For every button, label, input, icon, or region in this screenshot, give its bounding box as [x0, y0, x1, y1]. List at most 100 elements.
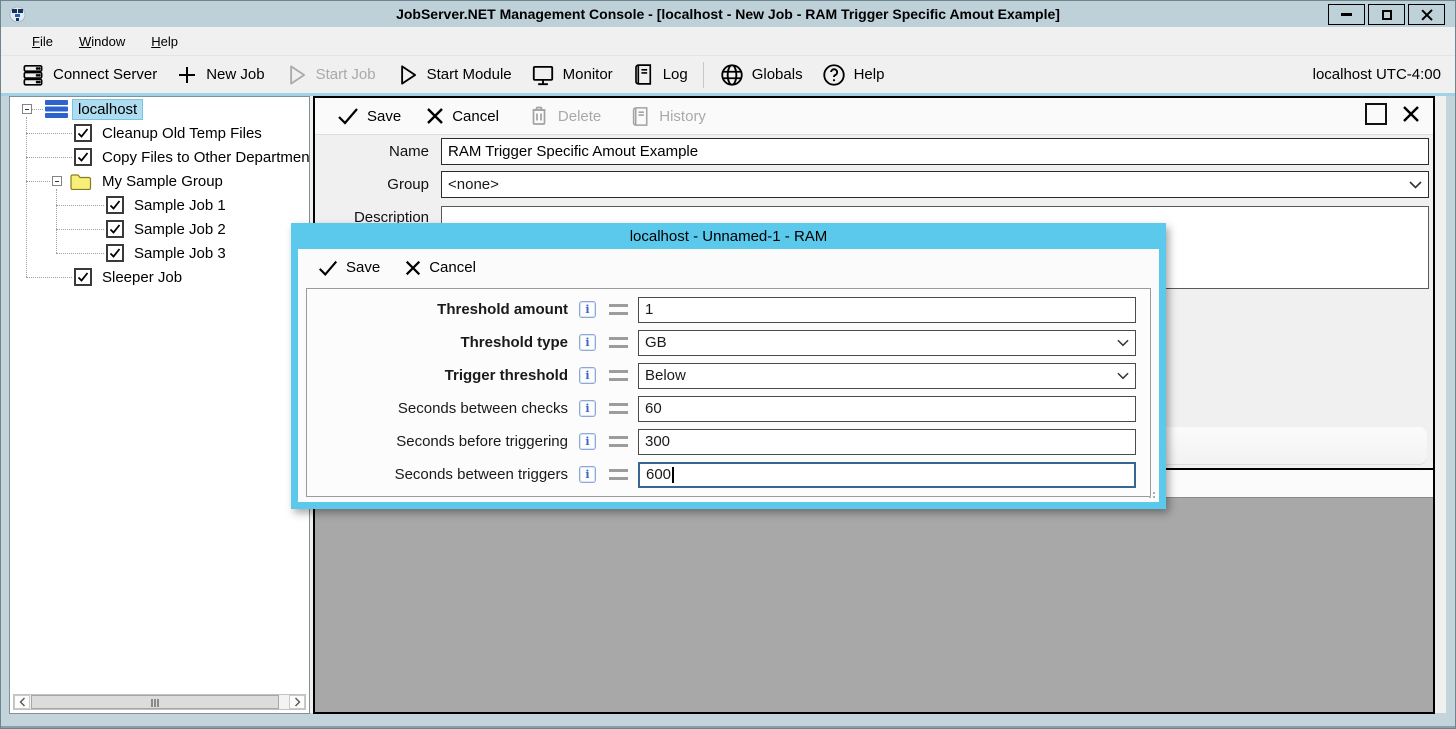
window-title: JobServer.NET Management Console - [loca…: [396, 6, 1060, 22]
dialog-resize-grip[interactable]: [1145, 488, 1155, 498]
tree-connector: [56, 229, 104, 230]
monitor-icon: [530, 62, 556, 88]
close-button[interactable]: [1408, 4, 1445, 25]
job-enabled-checkbox[interactable]: [106, 220, 124, 238]
job-enabled-checkbox[interactable]: [74, 148, 92, 166]
menu-bar: File Window Help: [1, 27, 1455, 55]
scrollbar-thumb[interactable]: [31, 695, 279, 709]
title-bar[interactable]: JobServer.NET Management Console - [loca…: [1, 1, 1455, 27]
trigger-threshold-select[interactable]: Below: [638, 363, 1136, 389]
job-save-button[interactable]: Save: [327, 100, 410, 132]
scroll-right-button[interactable]: [289, 695, 305, 709]
dialog-body: Save Cancel Threshold amount i 1 Thresho…: [298, 249, 1159, 502]
minimize-icon: [1341, 13, 1352, 16]
connect-server-button[interactable]: Connect Server: [11, 58, 166, 92]
tree-node-label: Copy Files to Other Department: [102, 149, 310, 166]
job-enabled-checkbox[interactable]: [74, 268, 92, 286]
field-label: Threshold amount: [307, 301, 579, 318]
threshold-type-select[interactable]: GB: [638, 330, 1136, 356]
field-label: Seconds before triggering: [307, 433, 579, 450]
dialog-save-button[interactable]: Save: [308, 253, 389, 283]
tree-node-job[interactable]: Sleeper Job: [74, 265, 182, 289]
info-icon[interactable]: i: [579, 334, 596, 351]
job-history-button[interactable]: History: [620, 101, 715, 132]
collapse-icon[interactable]: [52, 176, 62, 186]
start-job-button[interactable]: Start Job: [274, 58, 385, 92]
toolbar-separator: [703, 62, 704, 88]
equals-icon: [609, 469, 628, 480]
window-bottom-edge: [1, 726, 1455, 728]
tree-node-job[interactable]: Sample Job 3: [106, 241, 226, 265]
history-book-icon: [629, 105, 652, 128]
app-icon: [9, 6, 26, 23]
info-icon[interactable]: i: [579, 433, 596, 450]
chevron-down-icon: [1117, 339, 1129, 347]
info-icon[interactable]: i: [579, 466, 596, 483]
group-select[interactable]: <none>: [441, 171, 1429, 198]
ram-trigger-dialog: localhost - Unnamed-1 - RAM Save Cancel …: [291, 223, 1166, 509]
tree-connector: [56, 205, 104, 206]
tree-node-job[interactable]: Sample Job 2: [106, 217, 226, 241]
menu-window[interactable]: Window: [68, 30, 136, 53]
info-icon[interactable]: i: [579, 301, 596, 318]
globals-button[interactable]: Globals: [710, 58, 812, 92]
dialog-fieldset: Threshold amount i 1 Threshold type i GB…: [306, 288, 1151, 497]
tree-horizontal-scrollbar[interactable]: [13, 694, 306, 710]
dialog-cancel-button[interactable]: Cancel: [395, 255, 485, 281]
child-close-button[interactable]: [1401, 104, 1421, 124]
check-icon: [109, 223, 121, 235]
job-enabled-checkbox[interactable]: [106, 244, 124, 262]
start-module-button[interactable]: Start Module: [385, 58, 521, 92]
tree-connector: [26, 117, 27, 277]
job-cancel-button[interactable]: Cancel: [416, 102, 508, 130]
collapse-icon[interactable]: [22, 104, 32, 114]
job-enabled-checkbox[interactable]: [74, 124, 92, 142]
threshold-amount-input[interactable]: 1: [638, 297, 1136, 323]
maximize-button[interactable]: [1368, 4, 1405, 25]
minimize-button[interactable]: [1328, 4, 1365, 25]
field-row-threshold-amount: Threshold amount i 1: [307, 293, 1150, 326]
server-status: localhost UTC-4:00: [1313, 66, 1441, 83]
tree-node-job[interactable]: Cleanup Old Temp Files: [74, 121, 262, 145]
field-row-threshold-type: Threshold type i GB: [307, 326, 1150, 359]
log-button[interactable]: Log: [622, 58, 697, 91]
menu-file[interactable]: File: [21, 30, 64, 53]
tree-node-label: Sample Job 3: [134, 245, 226, 262]
child-maximize-button[interactable]: [1365, 103, 1387, 125]
equals-icon: [609, 370, 628, 381]
dialog-toolbar: Save Cancel: [298, 249, 1159, 286]
info-icon[interactable]: i: [579, 367, 596, 384]
tree-node-job[interactable]: Sample Job 1: [106, 193, 226, 217]
tree-node-localhost[interactable]: localhost: [22, 97, 143, 121]
check-icon: [77, 151, 89, 163]
job-delete-button[interactable]: Delete: [518, 100, 610, 132]
tree-node-group[interactable]: My Sample Group: [52, 169, 223, 193]
name-input[interactable]: [441, 138, 1429, 165]
plus-icon: [175, 63, 199, 87]
dialog-title[interactable]: localhost - Unnamed-1 - RAM: [291, 223, 1166, 249]
x-icon: [404, 259, 422, 277]
job-editor-toolbar: Save Cancel Delete History: [315, 98, 1433, 135]
scroll-left-button[interactable]: [14, 695, 30, 709]
menu-help[interactable]: Help: [140, 30, 189, 53]
close-icon: [1421, 9, 1433, 21]
equals-icon: [609, 436, 628, 447]
help-button[interactable]: Help: [812, 58, 894, 92]
seconds-before-triggering-input[interactable]: 300: [638, 429, 1136, 455]
new-job-button[interactable]: New Job: [166, 59, 273, 91]
chevron-right-icon: [294, 697, 301, 707]
tree-node-job[interactable]: Copy Files to Other Department: [74, 145, 310, 169]
globe-icon: [719, 62, 745, 88]
field-label: Seconds between checks: [307, 400, 579, 417]
chevron-down-icon: [1117, 372, 1129, 380]
seconds-between-triggers-input[interactable]: 600: [638, 462, 1136, 488]
seconds-between-checks-input[interactable]: 60: [638, 396, 1136, 422]
monitor-button[interactable]: Monitor: [521, 58, 622, 92]
tree-connector: [26, 133, 72, 134]
job-enabled-checkbox[interactable]: [106, 196, 124, 214]
tree-node-label: Sleeper Job: [102, 269, 182, 286]
maximize-icon: [1382, 10, 1392, 20]
tree-connector: [26, 181, 50, 182]
info-icon[interactable]: i: [579, 400, 596, 417]
field-label: Seconds between triggers: [307, 466, 579, 483]
